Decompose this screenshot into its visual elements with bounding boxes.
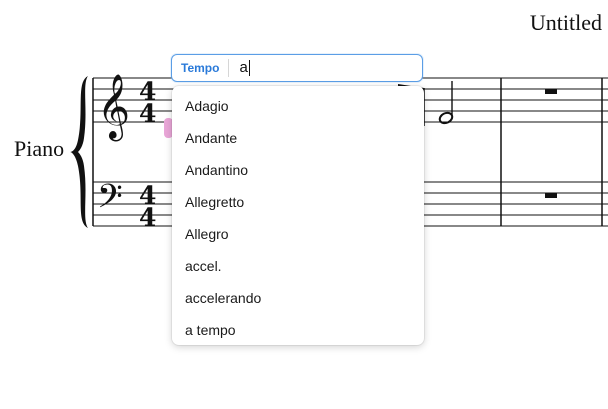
- suggestion-andante[interactable]: Andante: [172, 122, 424, 154]
- tempo-input-text: a: [239, 59, 248, 76]
- grand-staff-brace: [70, 76, 88, 228]
- suggestion-accelerando[interactable]: accelerando: [172, 282, 424, 314]
- suggestion-adagio[interactable]: Adagio: [172, 90, 424, 122]
- suggestion-a-tempo[interactable]: a tempo: [172, 314, 424, 346]
- whole-rest-treble[interactable]: [545, 89, 557, 94]
- score-title[interactable]: Untitled: [530, 10, 602, 36]
- treble-clef-icon: 𝄞: [97, 74, 130, 141]
- time-sig-bass-bottom: 4: [139, 203, 156, 232]
- suggestion-allegro[interactable]: Allegro: [172, 218, 424, 250]
- bass-clef-icon: 𝄢: [97, 178, 123, 224]
- tempo-chip: Tempo: [172, 59, 230, 77]
- text-caret: [248, 60, 250, 77]
- tempo-input[interactable]: Tempo a: [171, 54, 423, 82]
- suggestion-allegretto[interactable]: Allegretto: [172, 186, 424, 218]
- whole-rest-bass[interactable]: [545, 193, 557, 198]
- suggestion-andantino[interactable]: Andantino: [172, 154, 424, 186]
- suggestion-accel[interactable]: accel.: [172, 250, 424, 282]
- time-sig-treble-bottom: 4: [139, 99, 156, 128]
- instrument-label[interactable]: Piano: [14, 136, 64, 162]
- tempo-suggestions-list: Adagio Andante Andantino Allegretto Alle…: [172, 86, 424, 345]
- tempo-input-value[interactable]: a: [229, 58, 250, 78]
- half-note[interactable]: [438, 81, 454, 125]
